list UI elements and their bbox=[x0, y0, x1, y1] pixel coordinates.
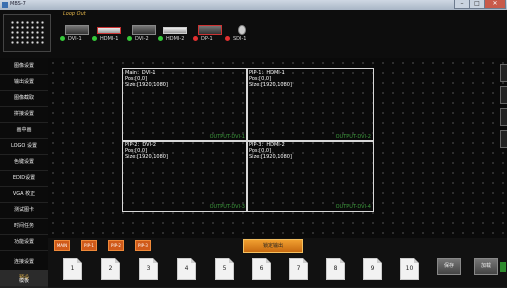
preset-8[interactable]: 8 bbox=[326, 258, 345, 280]
preset-4[interactable]: 4 bbox=[177, 258, 196, 280]
window-size-label: Size:[1920,1080] bbox=[249, 154, 292, 160]
side-tab[interactable] bbox=[500, 130, 507, 148]
dvi-connector-icon bbox=[132, 25, 156, 35]
sidebar-item-connection-settings[interactable]: 连接设置 bbox=[0, 254, 48, 271]
lock-output-button[interactable]: 锁定输出 bbox=[243, 239, 303, 253]
window-output-label: OUTPUT-DVI-4 bbox=[335, 204, 371, 210]
grid-icon bbox=[10, 20, 44, 46]
load-button[interactable]: 加载 bbox=[474, 258, 498, 275]
preset-9[interactable]: 9 bbox=[363, 258, 382, 280]
window-main[interactable]: Main：DVI-1 Pos:[0,0] Size:[1920,1080] OU… bbox=[122, 68, 248, 142]
input-dvi-2[interactable]: DVI-2 bbox=[127, 23, 161, 45]
layout-logo[interactable] bbox=[3, 14, 51, 52]
minimize-button[interactable]: – bbox=[454, 0, 470, 9]
layer-button-main[interactable]: MAIN bbox=[54, 240, 70, 251]
input-hdmi-2[interactable]: HDMI-2 bbox=[158, 23, 192, 45]
status-dot bbox=[60, 36, 65, 41]
sidebar-item-logo-settings[interactable]: LOGO 设置 bbox=[0, 138, 48, 155]
preset-6[interactable]: 6 bbox=[252, 258, 271, 280]
sidebar-item-function-settings[interactable]: 功能设置 bbox=[0, 234, 48, 251]
status-dot bbox=[127, 36, 132, 41]
side-tab[interactable] bbox=[500, 108, 507, 126]
preset-2[interactable]: 2 bbox=[101, 258, 120, 280]
sidebar-item-templates[interactable]: 模板 bbox=[0, 276, 48, 288]
input-label: DP-1 bbox=[201, 36, 213, 42]
window-size-label: Size:[1920,1080] bbox=[249, 82, 292, 88]
window-pip-2[interactable]: PIP-2：DVI-2 Pos:[0,0] Size:[1920,1080] O… bbox=[122, 140, 248, 212]
input-label: HDMI-2 bbox=[166, 36, 185, 42]
window-output-label: OUTPUT-DVI-3 bbox=[209, 204, 245, 210]
minimize-icon: – bbox=[460, 0, 464, 7]
status-indicator bbox=[500, 262, 506, 272]
input-dp-1[interactable]: DP-1 bbox=[193, 23, 227, 45]
sidebar-item-pip[interactable]: 画中画 bbox=[0, 122, 48, 139]
status-dot bbox=[225, 36, 230, 41]
window-title: MBS-7 bbox=[10, 1, 26, 7]
save-button[interactable]: 保存 bbox=[437, 258, 461, 275]
maximize-button[interactable]: □ bbox=[469, 0, 485, 9]
sidebar-item-test-pattern[interactable]: 测试图卡 bbox=[0, 202, 48, 219]
input-label: DVI-1 bbox=[68, 36, 82, 42]
window-pip-3[interactable]: PIP-3：HDMI-2 Pos:[0,0] Size:[1920,1080] … bbox=[246, 140, 374, 212]
side-tab[interactable] bbox=[500, 64, 507, 82]
sidebar-item-color-key[interactable]: 色键设置 bbox=[0, 154, 48, 171]
sidebar-item-image-crop[interactable]: 图像截取 bbox=[0, 90, 48, 107]
sdi-connector-icon bbox=[238, 25, 246, 35]
dp-connector-icon bbox=[198, 25, 222, 35]
side-tab[interactable] bbox=[500, 86, 507, 104]
app-icon bbox=[2, 2, 8, 8]
close-button[interactable]: ✕ bbox=[484, 0, 506, 9]
hdmi-connector-icon bbox=[97, 27, 121, 34]
input-label: HDMI-1 bbox=[100, 36, 119, 42]
maximize-icon: □ bbox=[474, 0, 480, 7]
input-label: SDI-1 bbox=[233, 36, 247, 42]
preset-10[interactable]: 10 bbox=[400, 258, 419, 280]
status-dot bbox=[158, 36, 163, 41]
preset-5[interactable]: 5 bbox=[215, 258, 234, 280]
sidebar-item-edid[interactable]: EDID设置 bbox=[0, 170, 48, 187]
input-dvi-1[interactable]: DVI-1 bbox=[60, 23, 94, 45]
layout-canvas[interactable]: Main：DVI-1 Pos:[0,0] Size:[1920,1080] OU… bbox=[48, 58, 507, 238]
status-dot bbox=[92, 36, 97, 41]
close-icon: ✕ bbox=[492, 0, 498, 7]
layer-button-pip-3[interactable]: PIP-3 bbox=[135, 240, 151, 251]
input-hdmi-1[interactable]: HDMI-1 bbox=[92, 23, 126, 45]
sidebar: 图像设置 输出设置 图像截取 拼接设置 画中画 LOGO 设置 色键设置 EDI… bbox=[0, 58, 48, 287]
sidebar-item-image-settings[interactable]: 图像设置 bbox=[0, 58, 48, 75]
sidebar-item-vga-calibration[interactable]: VGA 校正 bbox=[0, 186, 48, 203]
preset-3[interactable]: 3 bbox=[139, 258, 158, 280]
layer-button-pip-2[interactable]: PIP-2 bbox=[108, 240, 124, 251]
status-dot bbox=[193, 36, 198, 41]
title-bar: MBS-7 – □ ✕ bbox=[0, 0, 507, 10]
input-label: DVI-2 bbox=[135, 36, 149, 42]
window-size-label: Size:[1920,1080] bbox=[125, 82, 168, 88]
layer-button-pip-1[interactable]: PIP-1 bbox=[81, 240, 97, 251]
input-sdi-1[interactable]: SDI-1 bbox=[225, 23, 259, 45]
preset-1[interactable]: 1 bbox=[63, 258, 82, 280]
sidebar-item-output-settings[interactable]: 输出设置 bbox=[0, 74, 48, 91]
sidebar-item-splice-settings[interactable]: 拼接设置 bbox=[0, 106, 48, 123]
loop-out-label: Loop Out bbox=[63, 11, 86, 17]
preset-7[interactable]: 7 bbox=[289, 258, 308, 280]
window-size-label: Size:[1920,1080] bbox=[125, 154, 168, 160]
dvi-connector-icon bbox=[65, 25, 89, 35]
window-pip-1[interactable]: PIP-1：HDMI-1 Pos:[0,0] Size:[1920,1080] … bbox=[246, 68, 374, 142]
sidebar-item-timed-tasks[interactable]: 时间任务 bbox=[0, 218, 48, 235]
hdmi-connector-icon bbox=[163, 27, 187, 34]
